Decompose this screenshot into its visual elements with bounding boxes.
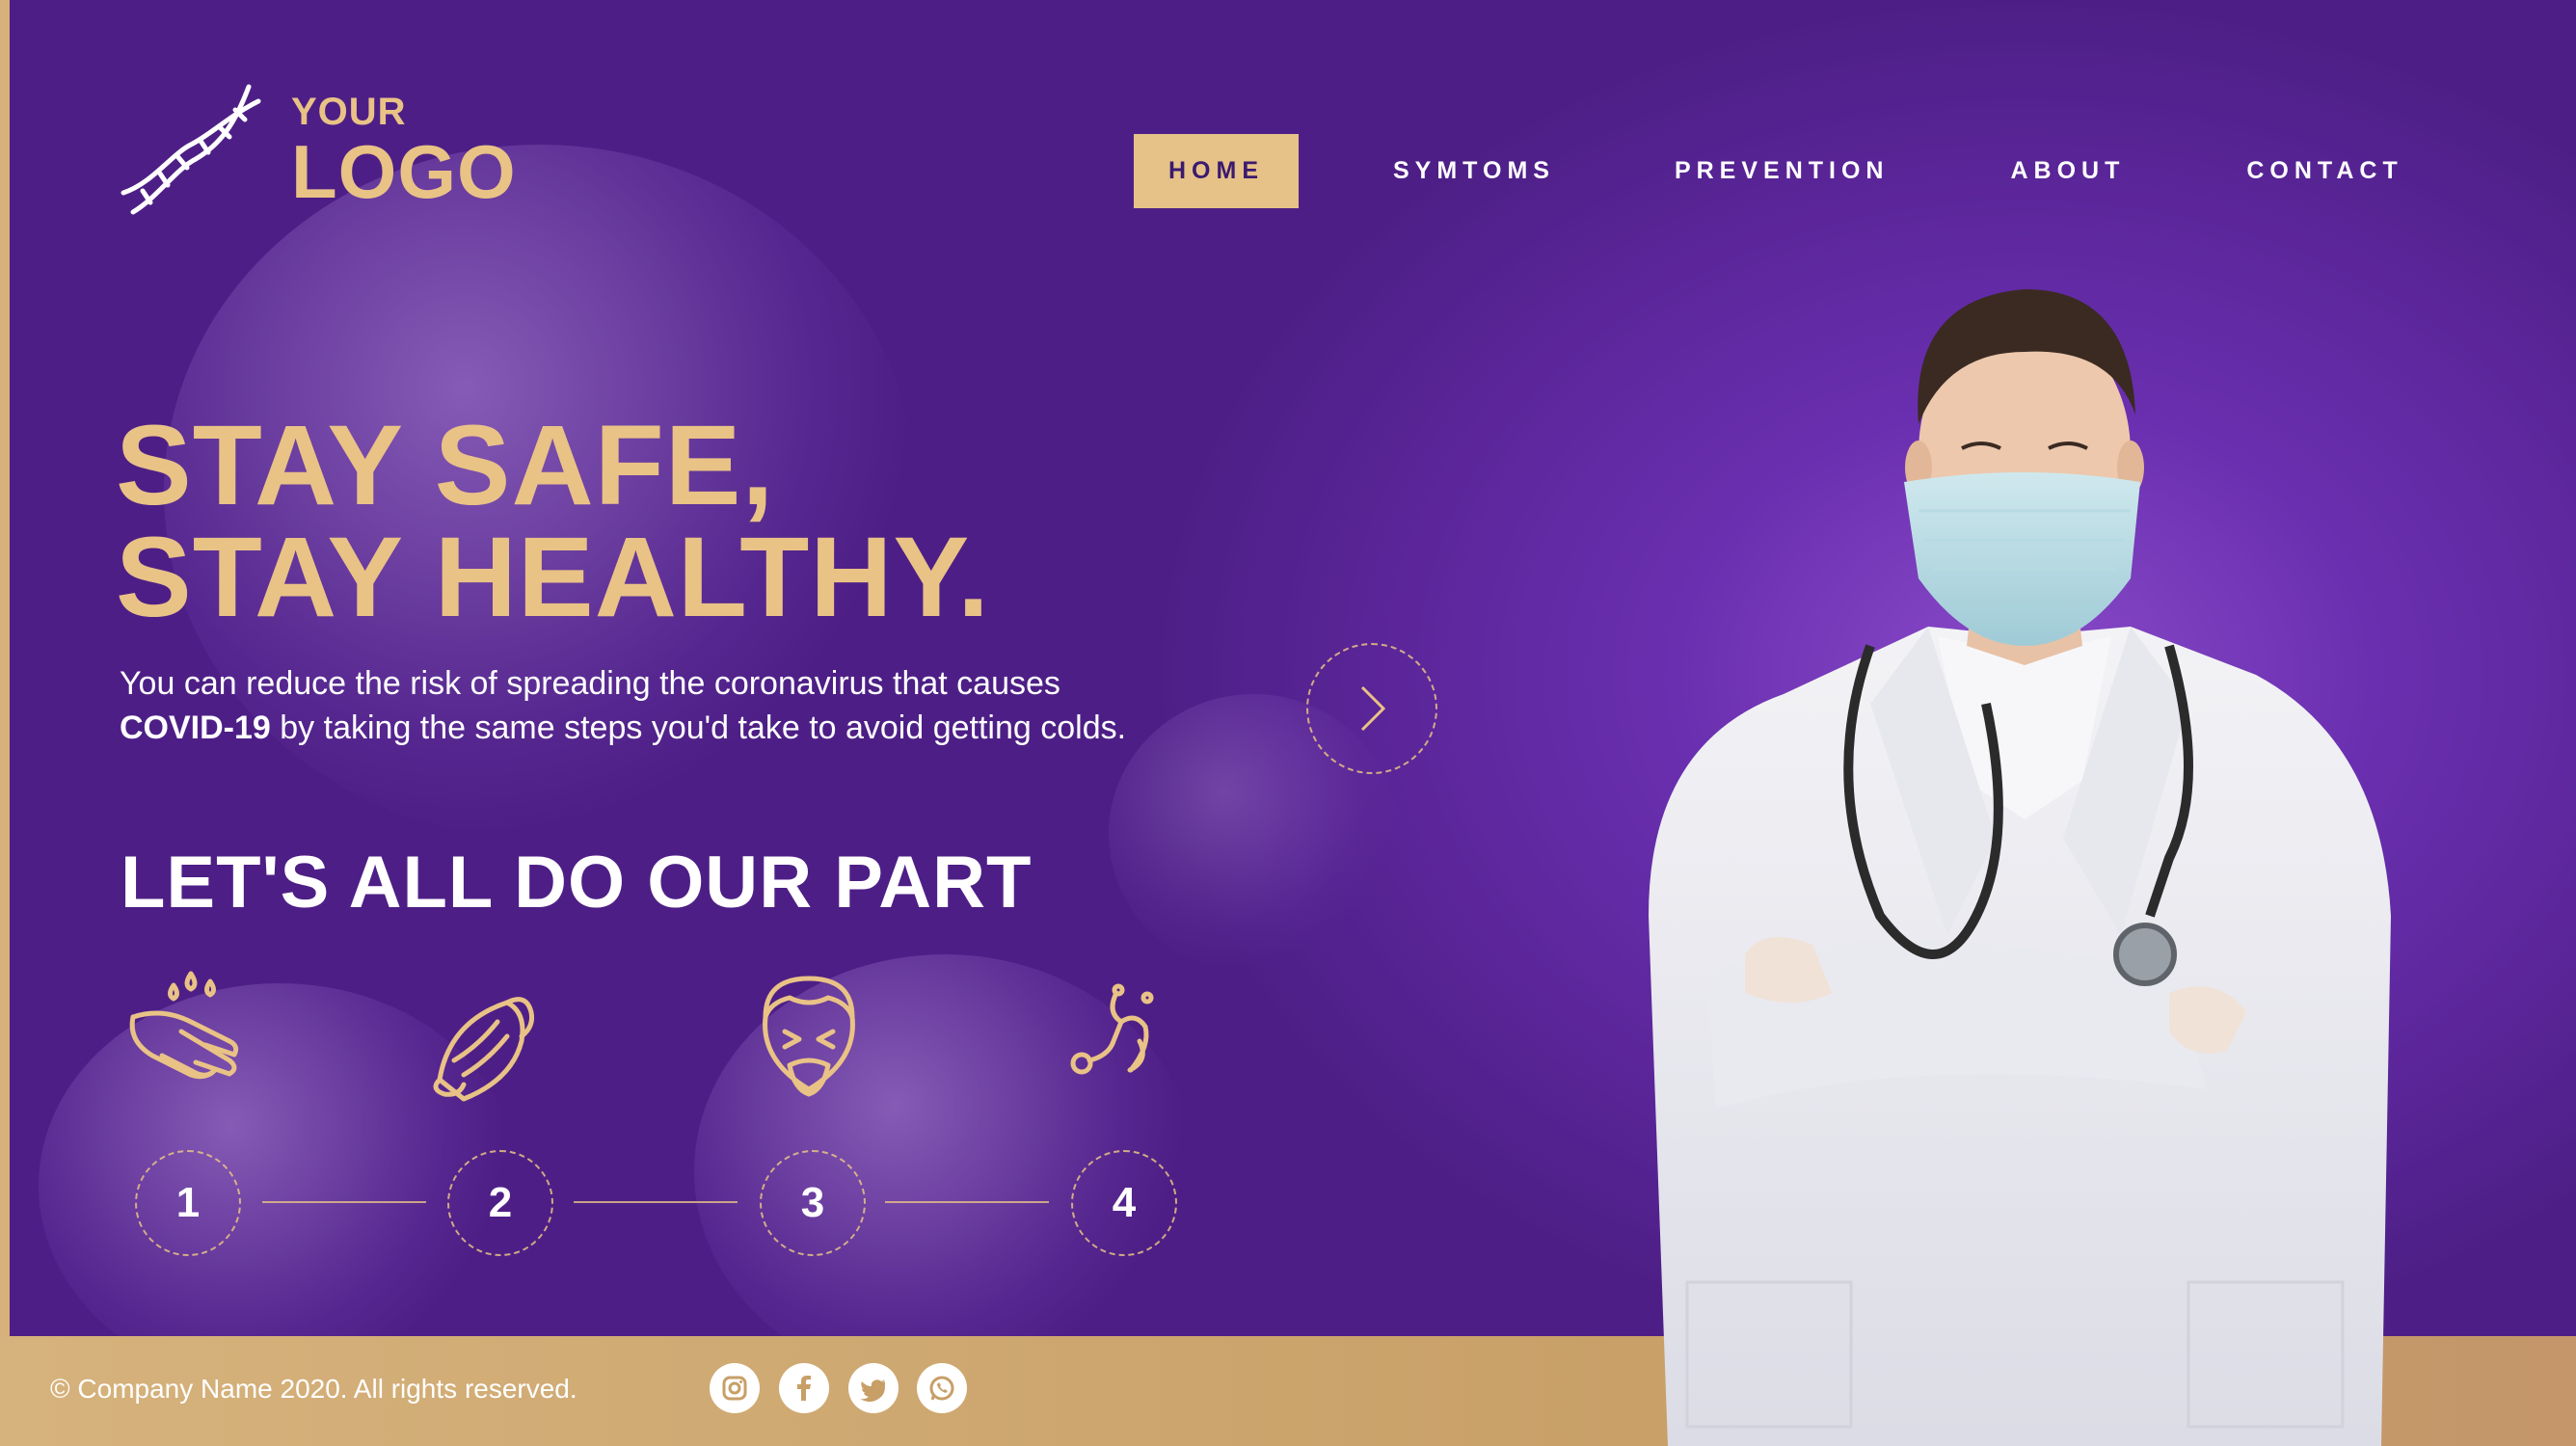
step-connector xyxy=(574,1201,738,1203)
logo-line2: LOGO xyxy=(291,128,517,214)
hand-wash-icon xyxy=(123,964,268,1109)
next-arrow-button[interactable] xyxy=(1306,643,1437,774)
step-4[interactable]: 4 xyxy=(1071,1150,1177,1256)
step-connector xyxy=(885,1201,1049,1203)
facebook-icon[interactable] xyxy=(779,1363,829,1413)
headline-line2: STAY HEALTHY. xyxy=(116,514,990,641)
step-2[interactable]: 2 xyxy=(447,1150,553,1256)
hero-description: You can reduce the risk of spreading the… xyxy=(120,661,1334,750)
stethoscope-icon xyxy=(1060,978,1205,1123)
section-heading: LET'S ALL DO OUR PART xyxy=(121,842,1033,924)
logo-line1: YOUR xyxy=(291,90,407,133)
desc-bold: COVID-19 xyxy=(120,710,271,746)
main-nav: HOME SYMTOMS PREVENTION ABOUT CONTACT xyxy=(1134,134,2403,208)
doctor-photo xyxy=(1649,289,2391,1446)
nav-symtoms[interactable]: SYMTOMS xyxy=(1393,157,1555,185)
instagram-icon[interactable] xyxy=(710,1363,760,1413)
hero-headline: STAY SAFE, STAY HEALTHY. xyxy=(116,402,990,641)
whatsapp-icon[interactable] xyxy=(917,1363,967,1413)
left-border xyxy=(0,0,10,1340)
nav-contact[interactable]: CONTACT xyxy=(2246,157,2402,185)
nav-about[interactable]: ABOUT xyxy=(2010,157,2125,185)
face-mask-icon xyxy=(420,974,565,1118)
step-1[interactable]: 1 xyxy=(135,1150,241,1256)
dna-icon xyxy=(121,84,261,215)
logo[interactable]: YOUR LOGO xyxy=(114,77,517,222)
copyright-text: © Company Name 2020. All rights reserved… xyxy=(50,1374,577,1404)
step-3[interactable]: 3 xyxy=(760,1150,866,1256)
twitter-icon[interactable] xyxy=(848,1363,899,1413)
step-connector xyxy=(262,1201,426,1203)
desc-line1: You can reduce the risk of spreading the… xyxy=(120,665,1060,702)
chevron-right-icon xyxy=(1360,685,1386,732)
nav-prevention[interactable]: PREVENTION xyxy=(1675,157,1890,185)
landing-page: YOUR LOGO HOME SYMTOMS PREVENTION ABOUT … xyxy=(0,0,2576,1446)
headline-line1: STAY SAFE, xyxy=(116,402,775,529)
desc-line2: by taking the same steps you'd take to a… xyxy=(270,710,1127,746)
nav-home[interactable]: HOME xyxy=(1134,134,1299,208)
sneeze-icon xyxy=(737,964,881,1109)
